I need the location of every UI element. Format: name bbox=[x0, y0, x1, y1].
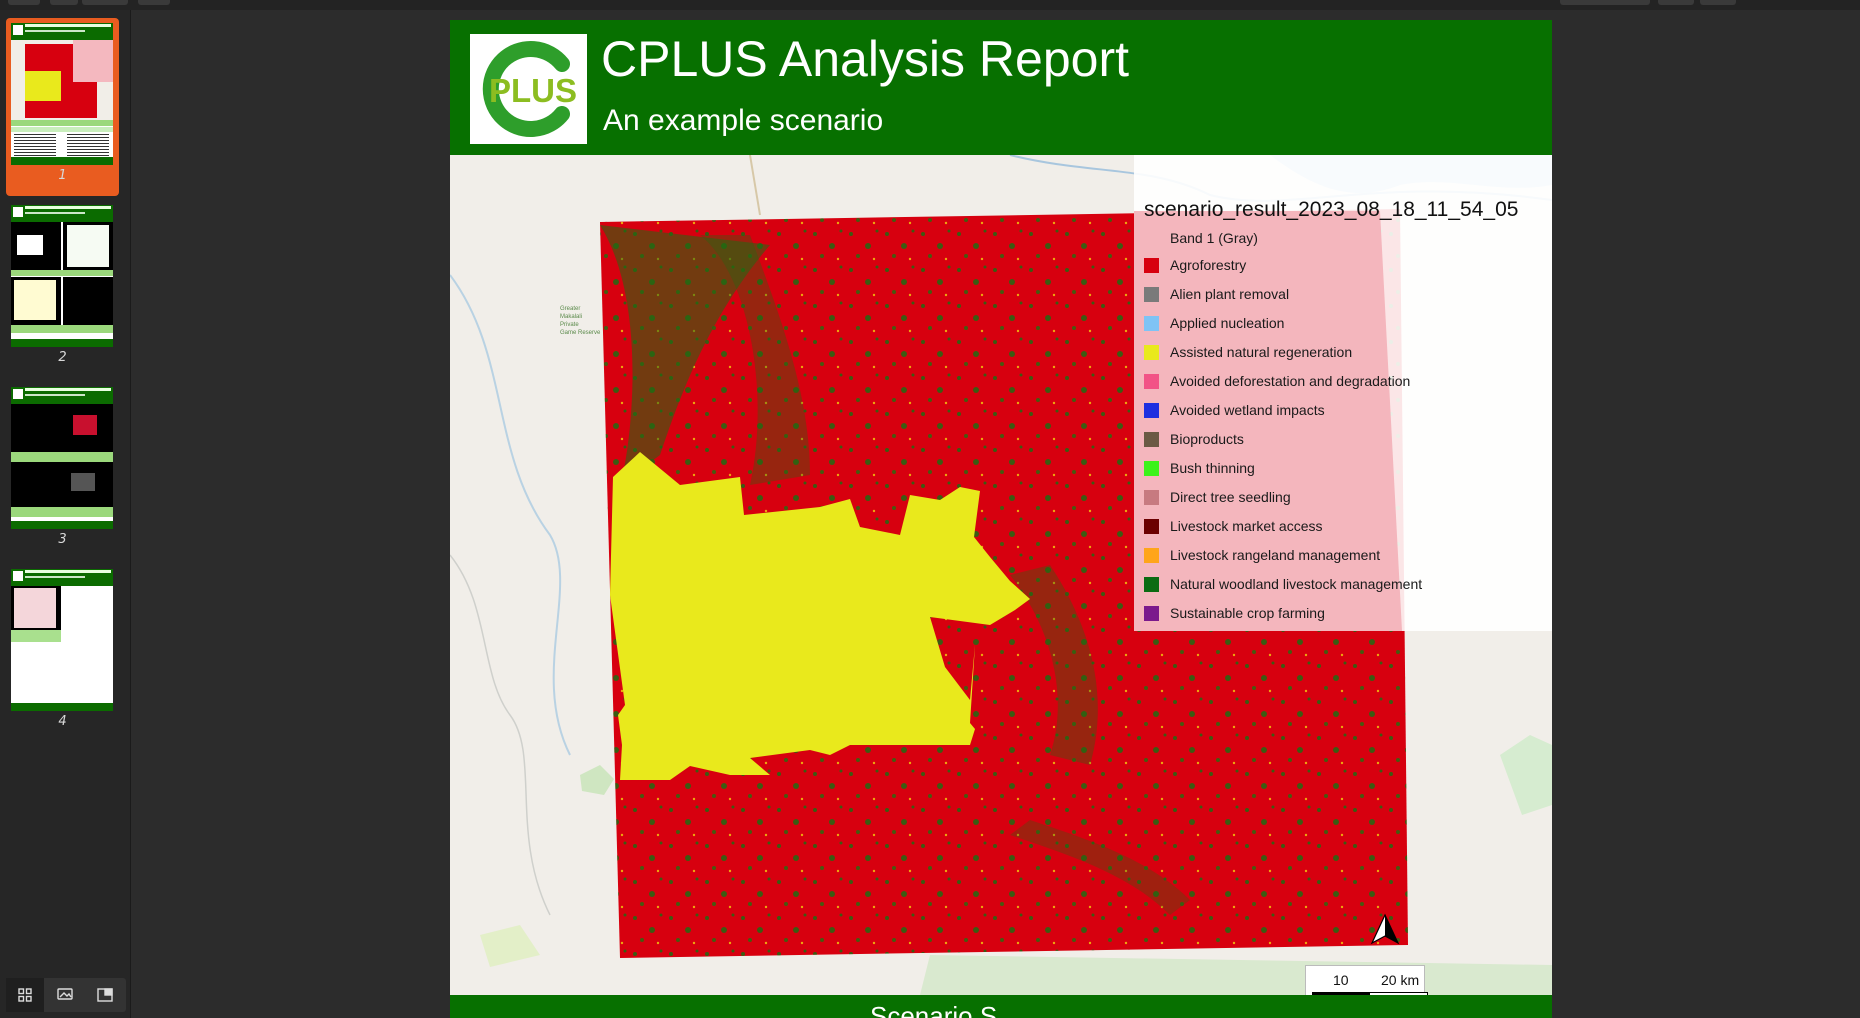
thumbnail-page-4[interactable]: 4 bbox=[6, 564, 119, 742]
outline-view-icon[interactable] bbox=[86, 978, 124, 1012]
legend-swatch bbox=[1144, 518, 1159, 534]
sidebar-view-toolbar bbox=[6, 978, 126, 1012]
toolbar-button[interactable] bbox=[50, 0, 78, 5]
legend-item: Avoided wetland impacts bbox=[1144, 399, 1325, 421]
legend-swatch bbox=[1144, 489, 1159, 505]
legend-item: Avoided deforestation and degradation bbox=[1144, 370, 1410, 392]
report-title: CPLUS Analysis Report bbox=[601, 31, 1130, 87]
thumbnail-page-number: 2 bbox=[58, 350, 67, 365]
legend-swatch bbox=[1144, 605, 1159, 621]
svg-text:Greater: Greater bbox=[560, 306, 580, 312]
legend-swatch bbox=[1144, 315, 1159, 331]
legend-item: Alien plant removal bbox=[1144, 283, 1289, 305]
image-view-icon[interactable] bbox=[46, 978, 84, 1012]
svg-text:Game Reserve: Game Reserve bbox=[560, 330, 601, 336]
legend-swatch bbox=[1144, 460, 1159, 476]
scale-label-mid: 10 bbox=[1333, 972, 1349, 988]
toolbar-button[interactable] bbox=[1700, 0, 1736, 5]
report-footer-band: Scenario S bbox=[450, 995, 1552, 1018]
report-page: PLUS CPLUS Analysis Report An example sc… bbox=[450, 20, 1552, 1018]
thumbnail-image bbox=[11, 205, 113, 347]
top-toolbar bbox=[0, 0, 1860, 10]
grid-view-icon[interactable] bbox=[6, 978, 44, 1012]
legend-swatch bbox=[1144, 576, 1159, 592]
toolbar-button[interactable] bbox=[138, 0, 170, 5]
thumbnail-page-number: 3 bbox=[58, 532, 67, 547]
legend-swatch bbox=[1144, 373, 1159, 389]
report-subtitle: An example scenario bbox=[603, 104, 884, 137]
map-legend: scenario_result_2023_08_18_11_54_05 Band… bbox=[1134, 155, 1552, 631]
page-thumbnails-sidebar: 1 2 3 4 bbox=[0, 10, 131, 1018]
legend-swatch bbox=[1144, 257, 1159, 273]
legend-item: Natural woodland livestock management bbox=[1144, 573, 1422, 595]
toolbar-button[interactable] bbox=[1560, 0, 1650, 5]
toolbar-button[interactable] bbox=[1658, 0, 1694, 5]
thumbnail-image bbox=[11, 569, 113, 711]
legend-item: Direct tree seedling bbox=[1144, 486, 1291, 508]
legend-item: Bioproducts bbox=[1144, 428, 1244, 450]
thumbnail-page-2[interactable]: 2 bbox=[6, 200, 119, 378]
toolbar-button[interactable] bbox=[8, 0, 40, 5]
thumbnail-image bbox=[11, 23, 113, 165]
footer-heading: Scenario S bbox=[870, 1001, 998, 1018]
thumbnail-image bbox=[11, 387, 113, 529]
legend-item: Livestock market access bbox=[1144, 515, 1323, 537]
legend-item: Assisted natural regeneration bbox=[1144, 341, 1352, 363]
legend-item: Band 1 (Gray) bbox=[1144, 227, 1258, 249]
legend-item: Applied nucleation bbox=[1144, 312, 1284, 334]
logo-text: PLUS bbox=[489, 72, 577, 109]
thumbnail-page-number: 4 bbox=[58, 714, 67, 729]
report-header: PLUS CPLUS Analysis Report An example sc… bbox=[450, 20, 1552, 155]
legend-item: Sustainable crop farming bbox=[1144, 602, 1325, 624]
scenario-map: Greater Makalali Private Game Reserve sc… bbox=[450, 155, 1552, 995]
thumbnail-page-3[interactable]: 3 bbox=[6, 382, 119, 560]
thumbnail-page-1[interactable]: 1 bbox=[6, 18, 119, 196]
legend-item: Livestock rangeland management bbox=[1144, 544, 1380, 566]
legend-title: scenario_result_2023_08_18_11_54_05 bbox=[1144, 198, 1519, 221]
scale-label-end: 20 km bbox=[1381, 972, 1420, 988]
toolbar-button[interactable] bbox=[82, 0, 128, 5]
cplus-logo: PLUS bbox=[470, 34, 587, 144]
legend-swatch bbox=[1144, 286, 1159, 302]
scale-bar: 10 20 km bbox=[1305, 965, 1428, 995]
legend-swatch bbox=[1144, 547, 1159, 563]
svg-text:Makalali: Makalali bbox=[560, 314, 582, 320]
legend-swatch bbox=[1144, 431, 1159, 447]
legend-swatch bbox=[1144, 344, 1159, 360]
thumbnail-page-number: 1 bbox=[58, 168, 67, 183]
legend-item: Agroforestry bbox=[1144, 254, 1246, 276]
svg-text:Private: Private bbox=[560, 322, 579, 328]
legend-item: Bush thinning bbox=[1144, 457, 1255, 479]
legend-swatch bbox=[1144, 231, 1159, 246]
legend-swatch bbox=[1144, 402, 1159, 418]
